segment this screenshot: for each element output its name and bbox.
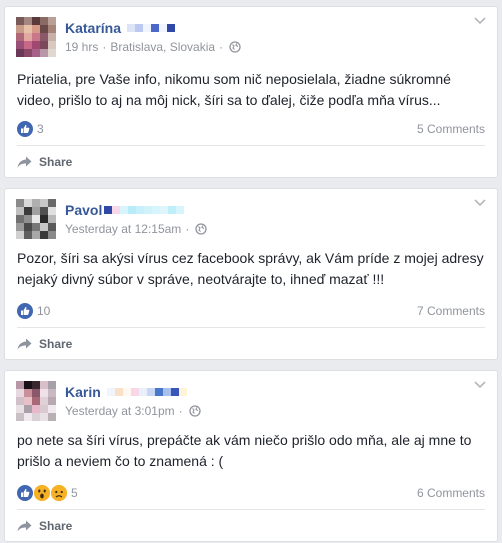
avatar[interactable] <box>16 17 56 57</box>
share-button[interactable]: Share <box>17 334 72 354</box>
post-meta: 19 hrs · Bratislava, Slovakia · <box>65 40 241 54</box>
like-icon <box>17 121 33 137</box>
reaction-count[interactable]: 10 <box>37 304 50 318</box>
share-icon <box>17 520 32 532</box>
chevron-down-icon[interactable] <box>473 15 487 25</box>
reactions-summary[interactable]: 5 <box>17 485 78 501</box>
author-line: Katarína <box>65 20 176 36</box>
author-line: Karin <box>65 384 187 400</box>
name-redaction <box>104 206 185 214</box>
divider <box>17 509 485 510</box>
reactions-summary[interactable]: 10 <box>17 303 50 319</box>
post-meta: Yesterday at 12:15am · <box>65 222 207 236</box>
post-location[interactable]: Bratislava, Slovakia <box>110 40 215 54</box>
reaction-count[interactable]: 3 <box>37 122 44 136</box>
share-label: Share <box>39 155 73 169</box>
share-button[interactable]: Share <box>17 516 72 536</box>
chevron-down-icon[interactable] <box>473 197 487 207</box>
stats-row: 3 5 Comments <box>17 119 485 139</box>
like-icon <box>17 485 33 501</box>
post-timestamp[interactable]: 19 hrs <box>65 40 98 54</box>
post-card: Pavol Yesterday at 12:15am · Pozor, šíri… <box>4 188 498 360</box>
share-label: Share <box>39 337 73 351</box>
wow-icon <box>34 485 50 501</box>
post-header: Pavol Yesterday at 12:15am · <box>5 189 497 241</box>
name-redaction <box>106 388 187 396</box>
post-text: Pozor, šíri sa akýsi vírus cez facebook … <box>17 250 484 287</box>
comments-count[interactable]: 7 Comments <box>417 304 485 318</box>
avatar[interactable] <box>16 199 56 239</box>
sad-icon <box>51 485 67 501</box>
share-icon <box>17 338 32 350</box>
author-name[interactable]: Katarína <box>65 20 121 36</box>
share-button[interactable]: Share <box>17 152 72 172</box>
like-icon <box>17 303 33 319</box>
stats-row: 5 6 Comments <box>17 483 485 503</box>
author-line: Pavol <box>65 202 185 218</box>
post-card: Katarína 19 hrs · Bratislava, Slovakia ·… <box>4 6 498 178</box>
share-icon <box>17 156 32 168</box>
post-text: po nete sa šíri vírus, prepáčte ak vám n… <box>17 432 472 469</box>
avatar[interactable] <box>16 381 56 421</box>
post-header: Katarína 19 hrs · Bratislava, Slovakia · <box>5 7 497 59</box>
divider <box>17 327 485 328</box>
comments-count[interactable]: 5 Comments <box>417 122 485 136</box>
chevron-down-icon[interactable] <box>473 379 487 389</box>
post-timestamp[interactable]: Yesterday at 3:01pm <box>65 404 175 418</box>
globe-icon <box>188 405 201 417</box>
share-label: Share <box>39 519 73 533</box>
post-timestamp[interactable]: Yesterday at 12:15am <box>65 222 181 236</box>
globe-icon <box>195 223 207 235</box>
globe-icon <box>229 41 241 53</box>
post-meta: Yesterday at 3:01pm · <box>65 404 201 418</box>
author-name[interactable]: Pavol <box>65 202 102 218</box>
post-header: Karin Yesterday at 3:01pm · <box>5 371 497 423</box>
name-redaction <box>127 24 176 32</box>
comments-count[interactable]: 6 Comments <box>417 486 485 500</box>
post-card: Karin Yesterday at 3:01pm · po nete sa š… <box>4 370 498 542</box>
reactions-summary[interactable]: 3 <box>17 121 44 137</box>
divider <box>17 145 485 146</box>
author-name[interactable]: Karin <box>65 384 101 400</box>
post-text: Priatelia, pre Vaše info, nikomu som nič… <box>17 71 451 108</box>
reaction-count[interactable]: 5 <box>71 486 78 500</box>
stats-row: 10 7 Comments <box>17 301 485 321</box>
